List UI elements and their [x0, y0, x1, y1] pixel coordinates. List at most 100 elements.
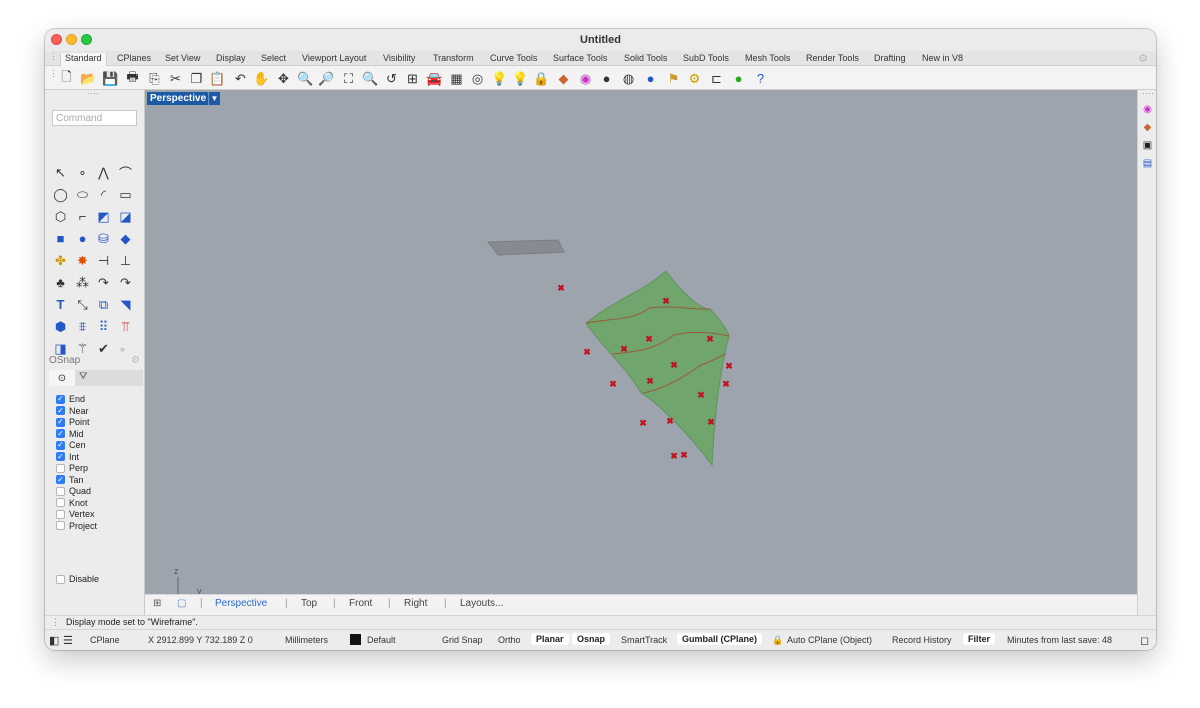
ball-icon[interactable]: ● — [730, 70, 747, 87]
tab-render-tools[interactable]: Render Tools — [806, 53, 859, 63]
layers-icon[interactable]: ◆ — [1141, 121, 1154, 134]
sphere-shaded-icon[interactable]: ● — [598, 70, 615, 87]
tab-drafting[interactable]: Drafting — [874, 53, 906, 63]
osnap-row[interactable]: ✓ End — [56, 393, 85, 405]
block-icon[interactable]: ⁂ — [73, 273, 92, 292]
save-icon[interactable]: 💾 — [102, 70, 119, 87]
tab-new-in-v8[interactable]: New in V8 — [922, 53, 963, 63]
tree-icon[interactable]: ⊏ — [708, 70, 725, 87]
view-tab-front[interactable]: Front — [349, 598, 372, 609]
control-point[interactable]: ✖ — [707, 417, 715, 427]
zoom-window-icon[interactable]: 🔎 — [318, 70, 335, 87]
tab-solid-tools[interactable]: Solid Tools — [624, 53, 667, 63]
sphere-icon[interactable]: ● — [73, 229, 92, 248]
checkbox[interactable] — [56, 521, 65, 530]
car-object-icon[interactable]: 🚘 — [426, 70, 443, 87]
osnap-toggle[interactable]: Osnap — [572, 633, 611, 645]
circle-icon[interactable]: ◯ — [51, 185, 70, 204]
extra-icon[interactable]: ⩨ — [73, 317, 92, 336]
checkbox[interactable]: ✓ — [56, 394, 65, 404]
grid-layout-icon[interactable]: ⊞ — [153, 598, 161, 609]
view-tab-top[interactable]: Top — [301, 598, 317, 609]
osnap-row[interactable]: ✓ Cen — [56, 439, 86, 451]
tab-transform[interactable]: Transform — [433, 53, 474, 63]
control-point[interactable]: ✖ — [646, 376, 654, 386]
tab-visibility[interactable]: Visibility — [383, 53, 415, 63]
osnap-tab-snap-icon[interactable]: ⊙ — [49, 370, 75, 386]
patch-icon[interactable]: ◪ — [116, 207, 135, 226]
filter-toggle[interactable]: Filter — [963, 633, 996, 645]
blue-sphere-icon[interactable]: ● — [642, 70, 659, 87]
undo-view-icon[interactable]: ↺ — [383, 70, 400, 87]
tab-set-view[interactable]: Set View — [165, 53, 200, 63]
render-sphere-icon[interactable]: ◍ — [620, 70, 637, 87]
curve-tool-icon[interactable]: ↷ — [94, 273, 113, 292]
pan-icon[interactable]: ✋ — [253, 70, 270, 87]
paste-icon[interactable]: 📋 — [209, 70, 226, 87]
osnap-disable-row[interactable]: Disable — [56, 573, 99, 585]
control-point[interactable]: ✖ — [645, 334, 653, 344]
group-icon[interactable]: ♣ — [51, 273, 70, 292]
light-bulb-icon[interactable]: 💡 — [491, 70, 508, 87]
grid-snap-toggle[interactable]: Grid Snap — [442, 635, 483, 645]
arc-icon[interactable]: ◜ — [94, 185, 113, 204]
ellipse-icon[interactable]: ⬭ — [73, 185, 92, 204]
new-file-icon[interactable]: 🗋 — [58, 69, 75, 87]
settings-icon[interactable]: ⚙ — [686, 70, 703, 87]
four-viewports-icon[interactable]: ⊞ — [404, 70, 421, 87]
command-input[interactable]: Command — [52, 110, 137, 126]
layer-icon[interactable]: ◆ — [555, 70, 572, 87]
single-view-icon[interactable]: ▢ — [177, 598, 186, 609]
cut-icon[interactable]: ✂ — [167, 70, 184, 87]
lock-icon[interactable]: 🔒 — [533, 70, 550, 87]
control-point[interactable]: ✖ — [609, 379, 617, 389]
tab-select[interactable]: Select — [261, 53, 286, 63]
checkbox[interactable]: ✓ — [56, 417, 65, 427]
help-icon[interactable]: ? — [752, 70, 769, 87]
tab-cplanes[interactable]: CPlanes — [117, 53, 151, 63]
plane-icon[interactable]: ⫪ — [116, 317, 135, 336]
print-icon[interactable]: 🖶 — [124, 69, 141, 87]
text-icon[interactable]: T — [51, 295, 70, 314]
view-tab-perspective[interactable]: Perspective — [215, 598, 267, 609]
control-point[interactable]: ✖ — [583, 347, 591, 357]
check-icon[interactable]: ✔ — [94, 339, 113, 358]
record-history-toggle[interactable]: Record History — [892, 635, 952, 645]
smarttrack-toggle[interactable]: SmartTrack — [621, 635, 667, 645]
display-icon[interactable]: ▣ — [1141, 139, 1154, 152]
tab-surface-tools[interactable]: Surface Tools — [553, 53, 607, 63]
layer-color-swatch[interactable] — [350, 634, 361, 645]
control-point[interactable]: ✖ — [662, 296, 670, 306]
more-icon[interactable]: » — [113, 339, 132, 358]
dim-arrow-icon[interactable]: ⧉ — [94, 295, 113, 314]
units-status[interactable]: Millimeters — [285, 635, 328, 645]
checkbox[interactable]: ✓ — [56, 452, 65, 461]
undo-icon[interactable]: ↶ — [232, 70, 249, 87]
control-point[interactable]: ✖ — [725, 361, 733, 371]
zoom-dynamic-icon[interactable]: 🔍 — [297, 70, 314, 87]
checkbox[interactable] — [56, 463, 65, 473]
panel-toggle-icon[interactable]: ◧ — [49, 634, 59, 647]
tab-subd-tools[interactable]: SubD Tools — [683, 53, 729, 63]
zoom-extents-icon[interactable]: ⛶ — [340, 70, 357, 87]
osnap-tab-filter-icon[interactable]: ⛛ — [79, 371, 87, 382]
osnap-gear-icon[interactable]: ⚙ — [131, 355, 140, 366]
tab-standard[interactable]: Standard — [60, 53, 107, 66]
explode-icon[interactable]: ✸ — [73, 251, 92, 270]
mesh-icon[interactable]: ⬢ — [51, 317, 70, 336]
osnap-row[interactable]: Knot — [56, 497, 88, 509]
osnap-row[interactable]: Perp — [56, 462, 88, 474]
surface-icon[interactable]: ◩ — [94, 207, 113, 226]
osnap-row[interactable]: Project — [56, 520, 97, 532]
control-point[interactable]: ✖ — [670, 360, 678, 370]
osnap-row[interactable]: Vertex — [56, 508, 95, 520]
list-icon[interactable]: ☰ — [63, 634, 73, 647]
perspective-viewport[interactable]: Perspective ▼ ✖ ✖ ✖ ✖ ✖ ✖ ✖ ✖ ✖ ✖ ✖ ✖ ✖ — [145, 90, 1137, 594]
dim-icon[interactable]: ⤡ — [73, 295, 92, 314]
model-canvas[interactable]: ✖ ✖ ✖ ✖ ✖ ✖ ✖ ✖ ✖ ✖ ✖ ✖ ✖ ✖ ✖ ✖ ✖ z y — [145, 90, 1137, 594]
polyline-icon[interactable]: ⋀ — [94, 163, 113, 182]
rotate-view-icon[interactable]: ✥ — [275, 70, 292, 87]
fillet-icon[interactable]: ⌐ — [73, 207, 92, 226]
rebuild-icon[interactable]: ↷ — [116, 273, 135, 292]
control-point[interactable]: ✖ — [706, 334, 714, 344]
